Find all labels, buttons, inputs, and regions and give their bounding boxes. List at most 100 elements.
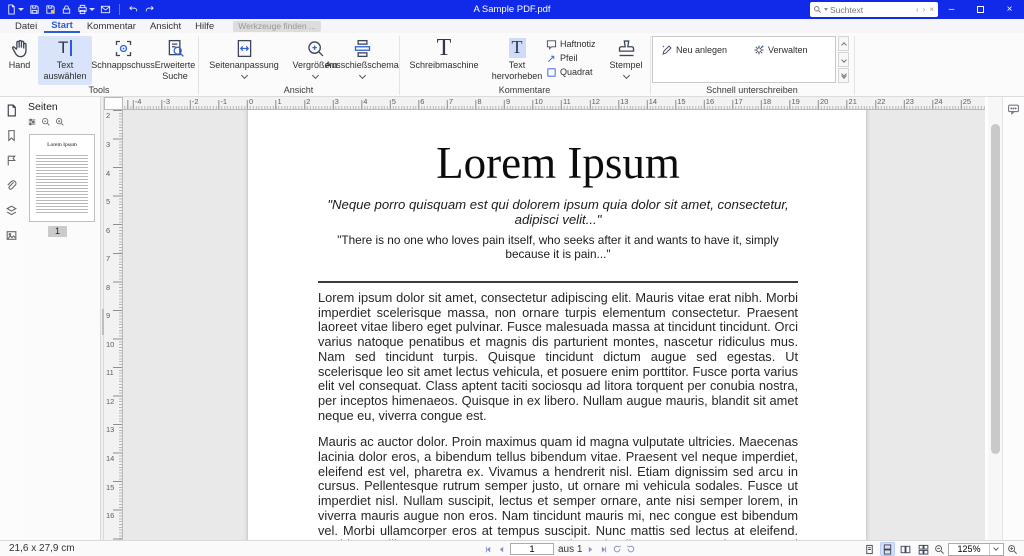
thumbnail-page-number: 1 <box>48 226 67 237</box>
find-tools-button[interactable]: Werkzeuge finden ... <box>233 21 321 32</box>
sticky-note-button[interactable]: Haftnotiz <box>546 37 604 51</box>
snapshot-icon <box>113 36 134 60</box>
thumbnail-text-lines <box>36 155 88 215</box>
thumbnail-zoom-in-icon[interactable] <box>55 117 65 127</box>
zoom-level-select[interactable] <box>948 543 1004 556</box>
mail-icon <box>100 4 111 15</box>
advanced-search-button[interactable]: Erweiterte Suche <box>153 36 197 85</box>
hand-icon <box>9 36 30 60</box>
pdf-page[interactable]: Lorem Ipsum "Neque porro quisquam est qu… <box>248 110 866 540</box>
close-button[interactable]: × <box>995 0 1024 19</box>
comments-panel-toggle-icon[interactable] <box>1006 103 1021 116</box>
menu-item-kommentar[interactable]: Kommentar <box>80 19 143 33</box>
snapshot-button[interactable]: Schnappschuss <box>93 36 153 85</box>
h-ruler-number: 12 <box>592 97 600 106</box>
menu-item-datei[interactable]: Datei <box>8 19 44 33</box>
protect-button[interactable] <box>61 4 72 15</box>
sign-more-button[interactable] <box>838 68 849 83</box>
new-signature-button[interactable]: Neu anlegen <box>661 44 727 56</box>
panel-options-icon[interactable] <box>27 117 37 127</box>
save-icon <box>29 4 40 15</box>
menu-item-ansicht[interactable]: Ansicht <box>143 19 188 33</box>
h-ruler-number: 2 <box>306 97 310 106</box>
quick-access-toolbar <box>0 4 155 15</box>
panel-toolbar <box>22 115 100 129</box>
page-number-input[interactable] <box>510 543 554 555</box>
next-page-button[interactable] <box>586 545 595 554</box>
sidebar-tab-images[interactable] <box>0 226 22 245</box>
highlight-text-button[interactable]: T Text hervorheben <box>488 36 546 85</box>
single-page-view-button[interactable] <box>862 542 877 556</box>
ribbon-group-labels: Tools Ansicht Kommentare Schnell untersc… <box>0 85 1024 97</box>
page-fit-button[interactable]: Seitenanpassung <box>202 36 286 85</box>
arrow-tool-label: Pfeil <box>560 53 578 64</box>
search-next-icon[interactable]: › <box>922 5 927 14</box>
previous-page-button[interactable] <box>497 545 506 554</box>
typewriter-button[interactable]: T Schreibmaschine <box>402 36 486 85</box>
first-page-button[interactable] <box>484 545 493 554</box>
redo-button[interactable] <box>144 4 155 15</box>
sidebar-tab-layers[interactable] <box>0 201 22 220</box>
scrollbar-thumb[interactable] <box>991 124 1000 454</box>
sidebar-tab-bookmarks[interactable] <box>0 126 22 145</box>
search-prev-icon[interactable]: ‹ <box>915 5 920 14</box>
sidebar-tab-pages[interactable] <box>0 101 22 120</box>
arrow-tool-button[interactable]: Pfeil <box>546 51 604 65</box>
minimize-button[interactable]: – <box>937 0 966 19</box>
v-ruler-number: 15 <box>106 483 114 492</box>
email-button[interactable] <box>100 4 111 15</box>
hand-tool-button[interactable]: Hand <box>3 36 36 85</box>
menu-item-hilfe[interactable]: Hilfe <box>188 19 221 33</box>
search-input[interactable] <box>830 5 913 15</box>
search-close-icon[interactable]: × <box>928 5 935 14</box>
zoom-dropdown-button[interactable] <box>989 544 1002 555</box>
menu-item-start[interactable]: Start <box>44 19 80 33</box>
v-ruler-number: 3 <box>106 140 110 149</box>
search-box[interactable]: ‹ › × <box>810 2 938 17</box>
page-thumbnail[interactable]: Lorem Ipsum <box>29 134 95 222</box>
next-view-button[interactable] <box>626 544 636 554</box>
vertical-scrollbar[interactable] <box>988 97 1002 540</box>
document-paragraph: Lorem ipsum dolor sit amet, consectetur … <box>318 291 798 423</box>
page-navigation: aus 1 <box>484 542 636 556</box>
sidebar-tab-attachments[interactable] <box>0 176 22 195</box>
sidebar-tab-comments[interactable] <box>0 151 22 170</box>
facing-view-button[interactable] <box>898 542 913 556</box>
print-button[interactable] <box>77 4 95 15</box>
snapshot-label: Schnappschuss <box>91 60 155 71</box>
window-controls: – × <box>937 0 1024 19</box>
ruler-corner <box>104 97 123 110</box>
stamp-icon <box>616 36 637 60</box>
imposition-button[interactable]: Ausschießschema <box>326 36 398 85</box>
new-document-button[interactable] <box>6 4 24 15</box>
previous-view-button[interactable] <box>612 544 622 554</box>
undo-button[interactable] <box>128 4 139 15</box>
sign-scroll-down-button[interactable] <box>838 52 849 67</box>
maximize-button[interactable] <box>966 0 995 19</box>
document-canvas[interactable]: Lorem Ipsum "Neque porro quisquam est qu… <box>123 110 985 540</box>
zoom-out-button[interactable] <box>934 544 945 555</box>
save-as-button[interactable] <box>45 4 56 15</box>
thumbnail-zoom-out-icon[interactable] <box>41 117 51 127</box>
status-bar: 21,6 x 27,9 cm aus 1 <box>0 540 1024 556</box>
search-options-caret-icon[interactable] <box>824 8 828 11</box>
continuous-facing-view-button[interactable] <box>916 542 931 556</box>
v-ruler-number: 5 <box>106 197 110 206</box>
manage-signatures-button[interactable]: Verwalten <box>753 44 808 56</box>
last-page-button[interactable] <box>599 545 608 554</box>
h-ruler-number: 25 <box>963 97 971 106</box>
continuous-view-button[interactable] <box>880 542 895 556</box>
square-tool-button[interactable]: Quadrat <box>546 65 604 79</box>
document-quote-latin: "Neque porro quisquam est qui dolorem ip… <box>318 197 798 227</box>
stamp-button[interactable]: Stempel <box>604 36 648 85</box>
select-text-button[interactable]: T Text auswählen <box>38 36 92 85</box>
left-panel-strip <box>0 97 22 540</box>
v-ruler-number: 2 <box>106 111 110 120</box>
save-button[interactable] <box>29 4 40 15</box>
select-text-icon: T <box>58 36 72 60</box>
h-ruler-number: -1 <box>220 97 227 106</box>
imposition-label: Ausschießschema <box>325 60 399 71</box>
zoom-level-input[interactable] <box>949 544 989 554</box>
sign-scroll-up-button[interactable] <box>838 36 849 51</box>
zoom-in-button[interactable] <box>1007 544 1018 555</box>
